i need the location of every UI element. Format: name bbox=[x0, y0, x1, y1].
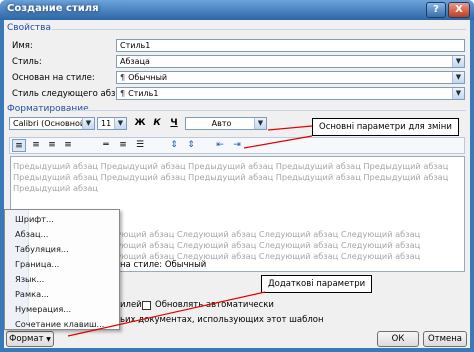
arrow-to-format-button bbox=[67, 291, 266, 337]
annotation-arrows bbox=[67, 125, 313, 337]
arrow-to-font-settings bbox=[267, 125, 313, 131]
create-style-dialog: Создание стиля ? X Свойства Имя: Стиль1 … bbox=[0, 0, 474, 352]
arrow-to-paragraph-settings bbox=[243, 135, 313, 149]
